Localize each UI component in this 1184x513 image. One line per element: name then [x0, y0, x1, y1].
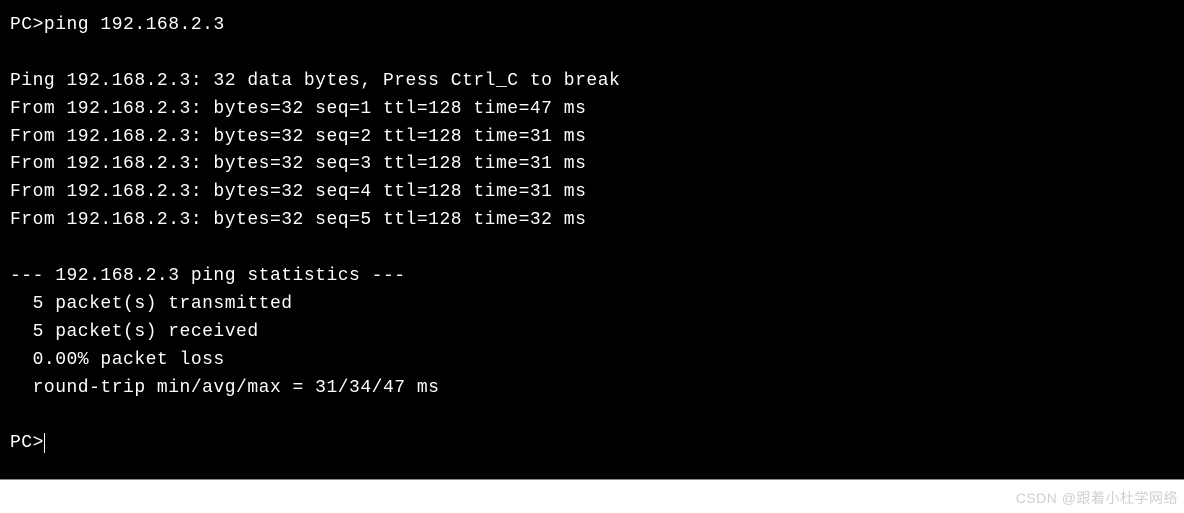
prompt: PC> [10, 433, 44, 453]
command-text: ping 192.168.2.3 [44, 15, 225, 35]
stats-line: 0.00% packet loss [10, 350, 225, 370]
ping-reply: From 192.168.2.3: bytes=32 seq=5 ttl=128… [10, 210, 586, 230]
watermark-text: CSDN @跟着小杜学网络 [1016, 488, 1178, 508]
stats-line: 5 packet(s) received [10, 322, 259, 342]
stats-line: 5 packet(s) transmitted [10, 294, 293, 314]
ping-reply: From 192.168.2.3: bytes=32 seq=4 ttl=128… [10, 182, 586, 202]
ping-reply: From 192.168.2.3: bytes=32 seq=1 ttl=128… [10, 99, 586, 119]
ping-reply: From 192.168.2.3: bytes=32 seq=3 ttl=128… [10, 154, 586, 174]
cursor-icon [44, 433, 45, 453]
stats-line: round-trip min/avg/max = 31/34/47 ms [10, 378, 439, 398]
ping-reply: From 192.168.2.3: bytes=32 seq=2 ttl=128… [10, 127, 586, 147]
stats-header: --- 192.168.2.3 ping statistics --- [10, 266, 406, 286]
prompt: PC> [10, 15, 44, 35]
terminal-window[interactable]: PC>ping 192.168.2.3 Ping 192.168.2.3: 32… [0, 0, 1184, 480]
ping-header: Ping 192.168.2.3: 32 data bytes, Press C… [10, 71, 620, 91]
